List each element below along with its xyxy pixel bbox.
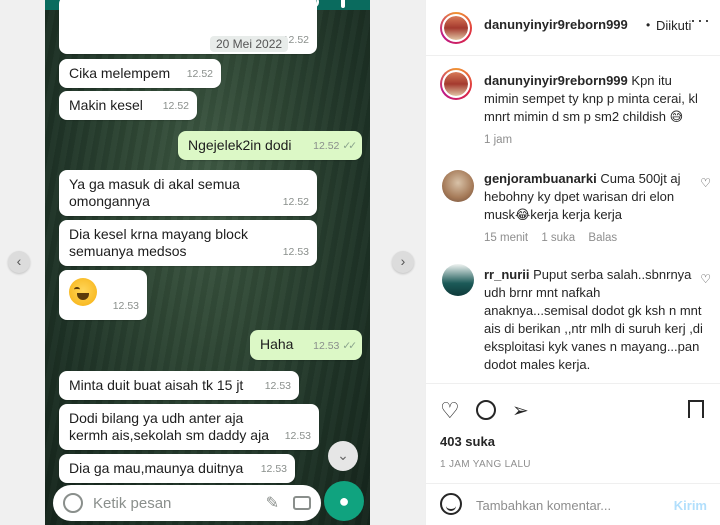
post-actions: ♡ ➢ — [426, 383, 720, 433]
chat-bubble-outgoing: Haha 12.53 ✓✓ — [250, 330, 362, 360]
comment-time: 15 menit — [484, 232, 529, 244]
message-text: Dodi bilang ya udh anter aja kermh ais,s… — [69, 410, 269, 443]
message-text: Ya ga masuk di akal semua omongannya — [69, 176, 240, 209]
more-options-icon[interactable]: ··· — [690, 10, 711, 31]
comment-text: Puput serba salah..sbnrnya udh brnr mnt … — [484, 267, 703, 372]
post-header: danunyinyir9reborn999 • Diikuti ··· — [426, 0, 720, 56]
read-ticks-icon: ✓✓ — [342, 140, 357, 152]
save-icon[interactable] — [688, 400, 704, 418]
message-text: Ngejelek2in dodi — [188, 137, 292, 153]
message-time: 12.52 — [186, 68, 213, 80]
reply-button[interactable]: Balas — [588, 232, 617, 244]
separator-dot: • — [646, 18, 651, 32]
message-time: 12.52 — [162, 100, 189, 112]
chat-bubble-incoming: Dia ga mau,maunya duitnya 12.53 — [59, 454, 295, 483]
post-comment-button[interactable]: Kirim — [674, 498, 707, 513]
scroll-down-icon: ⌄ — [328, 441, 358, 471]
message-time: 12.53 — [112, 300, 139, 312]
like-comment-icon[interactable]: ♡ — [700, 176, 711, 190]
comment-likes[interactable]: 1 suka — [541, 232, 575, 244]
comment-icon[interactable] — [476, 400, 496, 420]
message-text: Haha — [260, 336, 294, 352]
chat-bubble-incoming: Dodi bilang ya udh anter aja kermh ais,s… — [59, 404, 319, 450]
like-icon[interactable]: ♡ — [440, 398, 460, 424]
camera-icon — [293, 496, 311, 510]
comments-list: danunyinyir9reborn999 Kpn itu mimin semp… — [426, 56, 720, 382]
caption-meta: 1 jam — [484, 134, 522, 146]
message-text: Minta duit buat aisah tk 15 jt — [69, 377, 244, 393]
following-button[interactable]: Diikuti — [656, 18, 691, 33]
message-text: Cika melempem — [69, 65, 171, 81]
caption: danunyinyir9reborn999 Kpn itu mimin semp… — [484, 72, 706, 126]
menu-icon — [341, 0, 345, 8]
chat-bubble-outgoing: Ngejelek2in dodi 12.52 ✓✓ — [178, 131, 362, 160]
chat-bubble-incoming: Minta duit buat aisah tk 15 jt 12.53 — [59, 371, 299, 400]
mic-icon: ● — [324, 481, 364, 521]
message-text: Makin kesel — [69, 97, 143, 113]
message-time: 12.53 — [264, 380, 291, 392]
comment-username[interactable]: genjorambuanarki — [484, 171, 597, 186]
chat-bubble-incoming: Makin kesel 12.52 — [59, 91, 197, 120]
comment: genjorambuanarki Cuma 500jt aj hebohny k… — [484, 170, 706, 224]
chat-bubble-incoming: 12.53 — [59, 270, 147, 320]
add-comment-bar: Tambahkan komentar... Kirim — [426, 483, 720, 525]
post-media: 12.52 20 Mei 2022 Cika melempem 12.52 Ma… — [0, 0, 425, 525]
laughing-emoji-icon — [69, 278, 97, 306]
message-text: Dia kesel krna mayang block semuanya med… — [69, 226, 248, 259]
message-time: 12.53 — [282, 246, 309, 258]
likes-count[interactable]: 403 suka — [440, 434, 495, 449]
post-sidebar: danunyinyir9reborn999 • Diikuti ··· danu… — [425, 0, 720, 525]
message-time: 12.53 — [260, 463, 287, 475]
author-avatar[interactable] — [440, 12, 472, 44]
comment-meta: 15 menit 1 suka Balas — [484, 232, 627, 244]
comment: rr_nurii Puput serba salah..sbnrnya udh … — [484, 266, 706, 374]
comment-avatar[interactable] — [442, 264, 474, 296]
comment-username[interactable]: rr_nurii — [484, 267, 530, 282]
like-comment-icon[interactable]: ♡ — [700, 272, 711, 286]
message-text: Dia ga mau,maunya duitnya — [69, 460, 244, 476]
author-username[interactable]: danunyinyir9reborn999 — [484, 17, 628, 32]
share-icon[interactable]: ➢ — [512, 398, 529, 423]
previous-image-button[interactable]: ‹ — [8, 251, 30, 273]
comment-avatar[interactable] — [442, 170, 474, 202]
attach-icon: ✎ — [265, 495, 279, 512]
caption-avatar[interactable] — [440, 68, 472, 100]
message-time: 12.52 ✓✓ — [313, 140, 357, 152]
emoji-icon[interactable] — [440, 493, 462, 515]
chat-screenshot: 12.52 20 Mei 2022 Cika melempem 12.52 Ma… — [45, 0, 370, 525]
post-timestamp: 1 JAM YANG LALU — [440, 459, 531, 470]
chat-bubble-incoming: Dia kesel krna mayang block semuanya med… — [59, 220, 317, 266]
message-time: 12.53 — [284, 430, 311, 442]
read-ticks-icon: ✓✓ — [342, 340, 357, 352]
chat-bubble-incoming: Cika melempem 12.52 — [59, 59, 221, 88]
emoji-icon — [63, 493, 83, 513]
chat-bubble-incoming: Ya ga masuk di akal semua omongannya 12.… — [59, 170, 317, 216]
message-input-placeholder: Ketik pesan — [93, 494, 172, 512]
caption-time: 1 jam — [484, 134, 513, 146]
comment-input[interactable]: Tambahkan komentar... — [476, 498, 611, 513]
next-image-button[interactable]: › — [392, 251, 414, 273]
message-input-bar: Ketik pesan ✎ — [53, 485, 321, 521]
message-time: 12.52 — [282, 196, 309, 208]
date-chip: 20 Mei 2022 — [210, 36, 289, 52]
caption-username[interactable]: danunyinyir9reborn999 — [484, 73, 628, 88]
message-time: 12.53 ✓✓ — [313, 340, 357, 352]
